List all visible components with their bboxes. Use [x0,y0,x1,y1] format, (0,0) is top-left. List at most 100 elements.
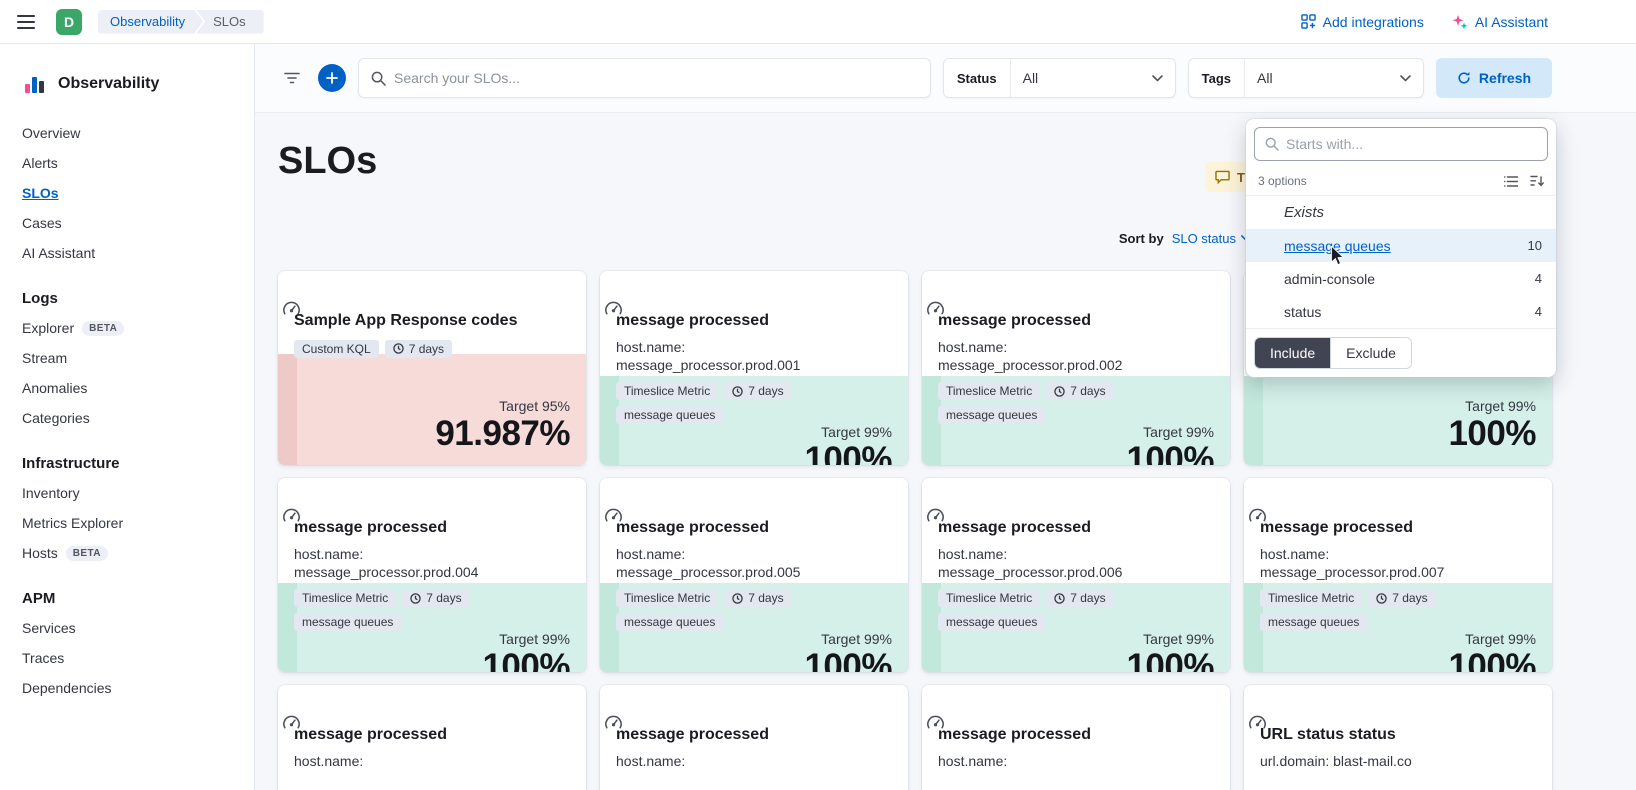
tags-filter: Tags All [1188,58,1424,98]
status-filter-select[interactable]: All [1011,59,1175,97]
exclude-button[interactable]: Exclude [1330,338,1411,368]
menu-button[interactable] [12,8,40,36]
sidebar-item-label: Alerts [22,155,58,171]
top-header: D Observability SLOs Add integrations AI… [0,0,1636,44]
tag-option-row[interactable]: message queues10 [1246,229,1556,262]
slo-card-subtitle: host.name: message_processor.prod.005 [616,545,841,581]
clock-icon [410,593,421,604]
sidebar-item-slos[interactable]: SLOs [16,180,238,206]
slo-card-badge: 7 days [724,382,791,400]
slo-card[interactable]: message processed host.name: [922,685,1230,790]
sidebar-item-anomalies[interactable]: Anomalies [16,375,238,401]
tag-search-input[interactable] [1286,136,1537,152]
breadcrumb-observability[interactable]: Observability [98,10,203,34]
refresh-label: Refresh [1479,70,1531,86]
slo-card-badges: Timeslice Metric7 days [294,589,570,607]
tags-filter-value: All [1257,70,1273,86]
slo-card[interactable]: message processed host.name: message_pro… [1244,478,1552,672]
slo-card[interactable]: URL status status url.domain: blast-mail… [1244,685,1552,790]
tags-filter-select[interactable]: All [1245,59,1423,97]
slo-card-title[interactable]: message processed [938,311,1214,332]
sidebar-item-label: SLOs [22,185,59,201]
slo-card-title[interactable]: message processed [294,518,570,539]
sidebar-item-ai-assistant[interactable]: AI Assistant [16,240,238,266]
slo-card-badge: 7 days [1046,589,1113,607]
slo-card-metrics: Target 99% 100% [938,424,1214,465]
slo-card-metrics: Target 99% 100% [1260,398,1536,453]
slo-card-title[interactable]: URL status status [1260,725,1536,746]
sidebar-item-label: Services [22,620,76,636]
filter-icon [284,72,300,84]
breadcrumb-slos: SLOs [196,10,264,34]
sidebar-item-alerts[interactable]: Alerts [16,150,238,176]
status-filter-value: All [1023,70,1039,86]
badge-label: message queues [946,408,1037,422]
slo-target: Target 99% [1260,631,1536,647]
slo-search-input[interactable] [394,70,918,86]
sidebar-item-metrics-explorer[interactable]: Metrics Explorer [16,510,238,536]
slo-card-title[interactable]: message processed [938,518,1214,539]
list-view-icon[interactable] [1504,176,1518,187]
sidebar-item-inventory[interactable]: Inventory [16,480,238,506]
filter-toggle-button[interactable] [278,64,306,92]
badge-label: message queues [1268,615,1359,629]
slo-card-badge: Custom KQL [294,340,379,358]
sidebar-item-services[interactable]: Services [16,615,238,641]
slo-value: 91.987% [294,414,570,453]
tag-option-row[interactable]: status4 [1246,295,1556,328]
slo-card-title[interactable]: message processed [294,725,570,746]
slo-card-badge: message queues [616,613,723,631]
sidebar: Observability OverviewAlertsSLOsCasesAI … [0,44,255,790]
sidebar-item-overview[interactable]: Overview [16,120,238,146]
slo-card[interactable]: message processed host.name: message_pro… [600,478,908,672]
sidebar-item-explorer[interactable]: ExplorerBETA [16,315,238,341]
refresh-button[interactable]: Refresh [1436,58,1552,98]
badge-label: 7 days [426,591,461,605]
slo-card[interactable]: Sample App Response codes Custom KQL7 da… [278,271,586,465]
slo-card-metrics: Target 99% 100% [616,424,892,465]
sort-order-icon[interactable] [1530,175,1544,187]
slo-card[interactable]: message processed host.name: message_pro… [922,478,1230,672]
tag-option-row[interactable]: admin-console4 [1246,262,1556,295]
slo-card-title[interactable]: message processed [616,311,892,332]
slo-card[interactable]: message processed host.name: message_pro… [278,478,586,672]
slo-card-badge: Timeslice Metric [1260,589,1362,607]
add-integrations-button[interactable]: Add integrations [1301,14,1424,30]
slo-card-title[interactable]: message processed [616,518,892,539]
sidebar-item-stream[interactable]: Stream [16,345,238,371]
sidebar-item-categories[interactable]: Categories [16,405,238,431]
slo-card-badges: Timeslice Metric 7 days [616,382,892,400]
create-slo-button[interactable] [318,64,346,92]
sidebar-item-traces[interactable]: Traces [16,645,238,671]
slo-value: 100% [294,647,570,672]
slo-card-title[interactable]: message processed [938,725,1214,746]
slo-card-title[interactable]: message processed [1260,518,1536,539]
tag-search-box[interactable] [1254,127,1548,161]
hamburger-icon [17,15,35,29]
beta-badge: BETA [66,546,108,561]
sidebar-item-hosts[interactable]: HostsBETA [16,540,238,566]
slo-card-subtitle: host.name: [294,752,519,770]
slo-card-metrics: Target 99% 100% [1260,631,1536,672]
slo-card[interactable]: message processed host.name: [278,685,586,790]
tag-options-list: message queues10admin-console4status4 [1246,229,1556,328]
slo-card[interactable]: message processed host.name: message_pro… [600,271,908,465]
observability-logo-icon [22,72,46,96]
slo-card-title[interactable]: Sample App Response codes [294,311,570,332]
include-button[interactable]: Include [1255,338,1330,368]
tag-option-exists[interactable]: Exists [1246,196,1556,229]
sidebar-item-dependencies[interactable]: Dependencies [16,675,238,701]
slo-card[interactable]: message processed host.name: [600,685,908,790]
badge-label: 7 days [748,384,783,398]
sort-by-select[interactable]: SLO status [1172,231,1250,246]
slo-search-box[interactable] [358,58,931,98]
ai-assistant-button[interactable]: AI Assistant [1452,14,1548,30]
slo-card[interactable]: message processed host.name: message_pro… [922,271,1230,465]
slo-card-title[interactable]: message processed [616,725,892,746]
slo-card-badge: 7 days [724,589,791,607]
sidebar-item-cases[interactable]: Cases [16,210,238,236]
space-avatar[interactable]: D [56,9,82,35]
clock-icon [732,593,743,604]
tag-option-count: 4 [1535,271,1542,286]
slo-card-badge: Timeslice Metric [616,382,718,400]
